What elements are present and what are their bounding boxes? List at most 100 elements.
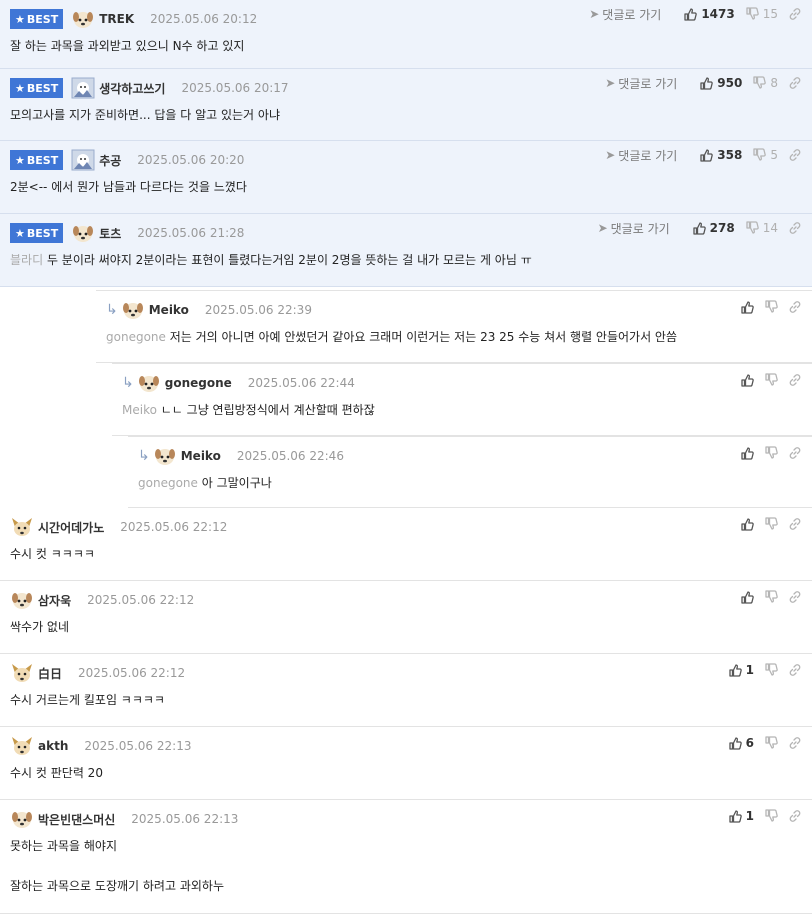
like-button[interactable] (740, 517, 754, 531)
comment-text: gonegone 저는 거의 아니면 아예 안썼던거 같아요 크래머 이런거는 … (106, 329, 677, 345)
nickname[interactable]: gonegone (165, 376, 232, 390)
nickname[interactable]: 생각하고쓰기 (99, 80, 165, 97)
thumbs-up-icon (740, 300, 754, 314)
like-button[interactable] (740, 373, 754, 387)
avatar[interactable] (10, 735, 34, 757)
comment-date: 2025.05.06 22:39 (204, 303, 312, 317)
avatar[interactable] (10, 516, 34, 538)
copy-link-button[interactable] (788, 590, 802, 604)
avatar[interactable] (71, 77, 95, 99)
like-button[interactable]: 1 (728, 663, 754, 677)
mention[interactable]: Meiko (122, 403, 157, 417)
dislike-button[interactable] (764, 663, 778, 677)
dislike-button[interactable] (764, 517, 778, 531)
go-to-comment-link[interactable]: ➤ 댓글로 가기 (598, 220, 670, 237)
nickname[interactable]: 추공 (99, 152, 121, 169)
dislike-button[interactable]: 15 (745, 7, 778, 21)
nickname[interactable]: 토츠 (99, 225, 121, 242)
dislike-button[interactable]: 8 (752, 76, 778, 90)
like-button[interactable]: 1473 (683, 7, 735, 21)
copy-link-button[interactable] (788, 446, 802, 460)
like-button[interactable] (740, 590, 754, 604)
nickname[interactable]: TREK (99, 12, 134, 26)
nickname[interactable]: Meiko (149, 303, 189, 317)
nickname[interactable]: 삼자욱 (38, 592, 71, 609)
go-to-comment-link[interactable]: ➤ 댓글로 가기 (605, 147, 677, 164)
avatar[interactable] (71, 149, 95, 171)
avatar[interactable] (71, 8, 95, 30)
avatar[interactable] (121, 299, 145, 321)
dislike-button[interactable] (764, 373, 778, 387)
avatar[interactable] (10, 808, 34, 830)
mention[interactable]: 블라디 (10, 253, 43, 267)
comment-text: Meiko ㄴㄴ 그냥 연립방정식에서 계산할때 편하잖 (122, 402, 375, 418)
thumbs-down-icon (764, 446, 778, 460)
dislike-button[interactable] (764, 809, 778, 823)
like-button[interactable]: 1 (728, 809, 754, 823)
comment-header: 삼자욱 2025.05.06 22:12 (10, 590, 194, 610)
copy-link-button[interactable] (788, 663, 802, 677)
comment-date: 2025.05.06 22:46 (236, 449, 344, 463)
copy-link-button[interactable] (788, 300, 802, 314)
dislike-button[interactable] (764, 590, 778, 604)
nickname[interactable]: akth (38, 739, 68, 753)
comment-text-content: 싹수가 없네 (10, 620, 70, 634)
like-button[interactable]: 358 (699, 148, 742, 162)
like-button[interactable]: 278 (692, 221, 735, 235)
best-comment: ★ BEST TREK 2025.05.06 20:12 ➤ 댓글로 가기 1473 15 잘 … (0, 0, 812, 69)
copy-link-button[interactable] (788, 809, 802, 823)
avatar[interactable] (71, 222, 95, 244)
dislike-button[interactable] (764, 736, 778, 750)
avatar[interactable] (137, 372, 161, 394)
like-button[interactable]: 6 (728, 736, 754, 750)
link-icon (788, 736, 802, 750)
comment-text-content: 수시 컷 ㅋㅋㅋㅋ (10, 547, 95, 561)
comment-text: 수시 컷 ㅋㅋㅋㅋ (10, 546, 95, 562)
go-to-comment-link[interactable]: ➤ 댓글로 가기 (589, 6, 661, 23)
copy-link-button[interactable] (788, 76, 802, 90)
mention[interactable]: gonegone (138, 476, 198, 490)
dislike-button[interactable]: 5 (752, 148, 778, 162)
copy-link-button[interactable] (788, 221, 802, 235)
go-to-comment-link[interactable]: ➤ 댓글로 가기 (605, 75, 677, 92)
like-button[interactable] (740, 300, 754, 314)
nickname[interactable]: Meiko (181, 449, 221, 463)
comment: 시간어데가노 2025.05.06 22:12 수시 컷 ㅋㅋㅋㅋ (0, 508, 812, 581)
comment-text-content: 수시 거르는게 킬포임 ㅋㅋㅋㅋ (10, 693, 165, 707)
comment-body: 2분<-- 에서 뭔가 남들과 다르다는 것을 느꼈다 (10, 179, 247, 219)
copy-link-button[interactable] (788, 148, 802, 162)
comment-date: 2025.05.06 22:12 (78, 666, 186, 680)
comment-text: 2분<-- 에서 뭔가 남들과 다르다는 것을 느꼈다 (10, 179, 247, 195)
comment-text-content: 2분<-- 에서 뭔가 남들과 다르다는 것을 느꼈다 (10, 180, 247, 194)
comment-body: 못하는 과목을 해야지 잘하는 과목으로 도장깨기 하려고 과외하누 (10, 838, 224, 914)
thumbs-up-icon (728, 663, 742, 677)
nickname[interactable]: 시간어데가노 (38, 519, 104, 536)
copy-link-button[interactable] (788, 373, 802, 387)
comment-text: 수시 거르는게 킬포임 ㅋㅋㅋㅋ (10, 692, 165, 708)
comment-text: 블라디 두 분이라 써야지 2분이라는 표현이 틀렸다는거임 2분이 2명을 뜻… (10, 252, 532, 268)
nickname[interactable]: 白日 (38, 665, 62, 682)
like-button[interactable] (740, 446, 754, 460)
comment-text: gonegone 아 그말이구나 (138, 475, 272, 491)
nickname[interactable]: 박은빈댄스머신 (38, 811, 115, 828)
go-to-comment-label: 댓글로 가기 (602, 7, 662, 22)
comment-text: 싹수가 없네 (10, 619, 69, 635)
send-icon: ➤ (605, 148, 616, 162)
thumbs-up-icon (740, 517, 754, 531)
avatar[interactable] (10, 662, 34, 684)
like-button[interactable]: 950 (699, 76, 742, 90)
thumbs-up-icon (699, 148, 714, 162)
mention[interactable]: gonegone (106, 330, 166, 344)
avatar[interactable] (153, 445, 177, 467)
avatar[interactable] (10, 589, 34, 611)
dislike-button[interactable] (764, 446, 778, 460)
comment-actions: 6 (718, 734, 802, 752)
reply-comment: ↳ gonegone 2025.05.06 22:44 Meiko ㄴㄴ 그냥 연립방… (112, 363, 812, 436)
copy-link-button[interactable] (788, 517, 802, 531)
dislike-button[interactable] (764, 300, 778, 314)
comment-text-content: 저는 거의 아니면 아예 안썼던거 같아요 크래머 이런거는 저는 23 25 … (169, 330, 678, 344)
copy-link-button[interactable] (788, 7, 802, 21)
star-icon: ★ (15, 153, 25, 167)
dislike-button[interactable]: 14 (745, 221, 778, 235)
copy-link-button[interactable] (788, 736, 802, 750)
